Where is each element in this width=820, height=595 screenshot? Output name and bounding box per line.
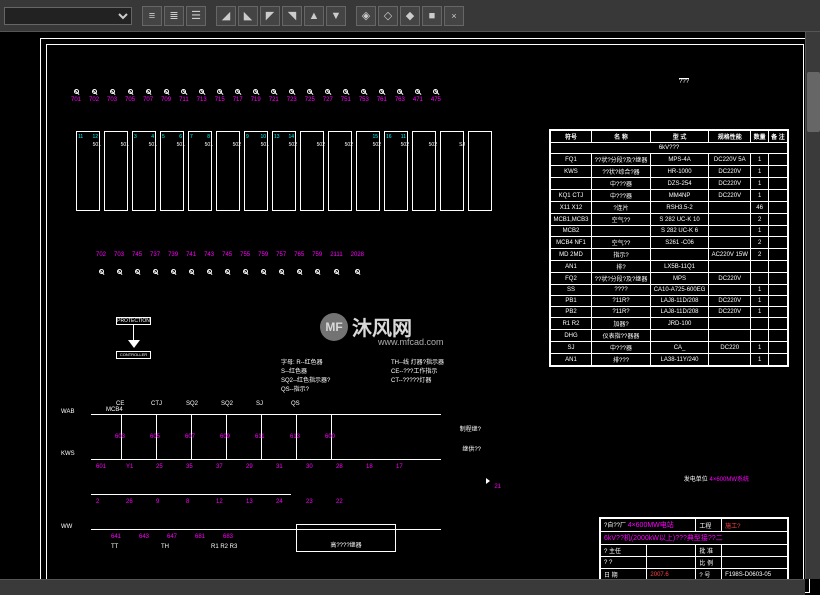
- scrollbar-thumb-v[interactable]: [807, 72, 820, 132]
- table-header-marker: ???: [679, 79, 689, 85]
- close-btn[interactable]: ×: [444, 6, 464, 26]
- annot-6-btn[interactable]: ▼: [326, 6, 346, 26]
- align-center-btn[interactable]: ≣: [164, 6, 184, 26]
- scrollbar-horizontal[interactable]: [0, 579, 805, 595]
- legend-right: TH--线 灯器?指示器 CE--???工作指示 CT--?????灯器: [391, 359, 444, 386]
- parts-table: 符号名 称型 式规格性能数量备 注6kV???FQ1??状?分段?及?继器MPS…: [549, 129, 789, 367]
- drawing-frame: 7017027037057077097117137157177197217237…: [40, 38, 810, 593]
- scrollbar-vertical[interactable]: [805, 32, 820, 579]
- title-block: ?自??厂 4×600MW电站 工程 施工? 6kV??机(2000kW以上)?…: [599, 517, 789, 582]
- wire-boxes: 1112501501345015650178501502910501131450…: [76, 131, 492, 211]
- layer-1-btn[interactable]: ◈: [356, 6, 376, 26]
- layer-3-btn[interactable]: ◆: [400, 6, 420, 26]
- terminal-strip-bot: 7027037457377397417437457557597577657592…: [96, 249, 364, 274]
- root-node: PROTECTION CONTROLLER: [116, 317, 151, 359]
- lower-schematic: WAB MCB4 KWS WW CE603CTJ605SQ2607SQ2609S…: [71, 429, 471, 579]
- annot-1-btn[interactable]: ◢: [216, 6, 236, 26]
- align-left-btn[interactable]: ≡: [142, 6, 162, 26]
- legend-left: 字母: R--红色器 S--红色器 SQ2--红色指示器? QS--指示?: [281, 359, 330, 395]
- align-right-btn[interactable]: ☰: [186, 6, 206, 26]
- side-note: 发电单位 4×600MW系统: [684, 474, 749, 483]
- toolbar: ≡ ≣ ☰ ◢ ◣ ◤ ◥ ▲ ▼ ◈ ◇ ◆ ■ ×: [0, 0, 820, 32]
- terminal-strip-top: 7017027037057077097117137157177197217237…: [71, 89, 441, 103]
- annot-5-btn[interactable]: ▲: [304, 6, 324, 26]
- layer-2-btn[interactable]: ◇: [378, 6, 398, 26]
- annot-2-btn[interactable]: ◣: [238, 6, 258, 26]
- cad-canvas[interactable]: 7017027037057077097117137157177197217237…: [0, 32, 820, 595]
- annot-3-btn[interactable]: ◤: [260, 6, 280, 26]
- layer-dropdown[interactable]: [4, 7, 132, 25]
- layer-4-btn[interactable]: ■: [422, 6, 442, 26]
- annot-4-btn[interactable]: ◥: [282, 6, 302, 26]
